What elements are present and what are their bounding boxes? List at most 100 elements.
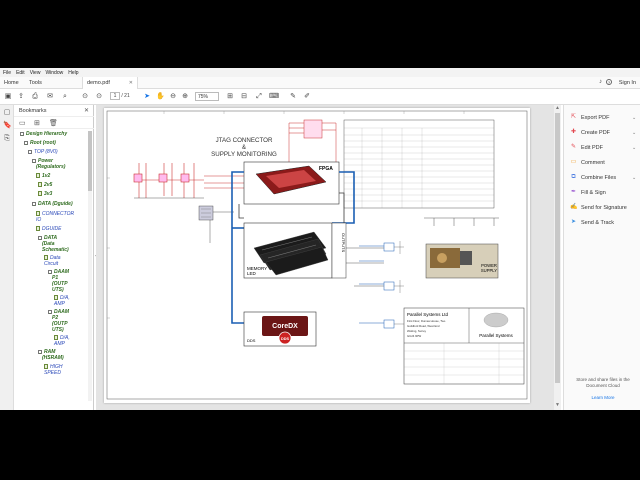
tab-document[interactable]: demo.pdf ✕ (82, 77, 138, 89)
collapse-toggle-icon[interactable]: - (32, 158, 36, 163)
search-icon[interactable]: ⌕ (61, 93, 69, 101)
bookmark-page-icon (38, 182, 42, 188)
select-cursor-icon[interactable]: ➤ (143, 93, 151, 101)
document-cloud-promo: Store and share files in the Document Cl… (568, 377, 638, 401)
tool-comment[interactable]: ▭ Comment (570, 159, 605, 169)
menu-edit[interactable]: Edit (16, 70, 25, 76)
pen-tool-icon[interactable]: ✐ (303, 93, 311, 101)
tool-send-track[interactable]: ➤ Send & Track (570, 219, 614, 229)
bookmark-item[interactable]: UTS) (52, 287, 64, 293)
collapse-toggle-icon[interactable]: - (48, 309, 52, 314)
bookmarks-scroll-thumb[interactable] (88, 131, 92, 191)
menu-window[interactable]: Window (45, 70, 63, 76)
bookmark-options-icon[interactable]: ▭ (19, 119, 26, 127)
email-icon[interactable]: ✉ (46, 93, 54, 101)
bookmark-item[interactable]: CONNECTOR (36, 211, 74, 217)
bookmark-item[interactable]: (HSRAM) (42, 355, 64, 361)
close-tab-icon[interactable]: ✕ (129, 80, 133, 86)
bookmark-item[interactable]: 1v2 (36, 173, 50, 179)
close-panel-icon[interactable]: ✕ (84, 107, 89, 114)
learn-more-link[interactable]: Learn More (568, 395, 638, 401)
collapse-toggle-icon[interactable]: - (20, 131, 24, 136)
bookmark-item[interactable]: - Design Hierarchy (20, 131, 67, 137)
document-scrollbar[interactable]: ▲ ▼ (554, 105, 561, 410)
zoom-select[interactable]: 75% (195, 92, 219, 101)
menu-help[interactable]: Help (68, 70, 78, 76)
fill-sign-icon: ✒ (570, 189, 577, 195)
tools-pane: ⇱ Export PDF ⌄ ✚ Create PDF ⌄ ✎ Edit PDF ⌄ ▭ Comme… (563, 105, 640, 410)
bookmark-label: AMP (54, 341, 65, 347)
delete-bookmark-icon[interactable]: 🗑 (49, 119, 58, 127)
bookmark-item[interactable]: - DATA (Dguide) (32, 201, 73, 207)
chevron-down-icon[interactable]: ⌄ (632, 175, 636, 181)
bookmark-item[interactable]: (Regulators) (36, 164, 65, 170)
scroll-mode-icon[interactable]: ⊟ (240, 93, 248, 101)
bookmark-item[interactable]: Circuit (44, 261, 58, 267)
fit-page-icon[interactable]: ⊞ (226, 93, 234, 101)
tool-fill-sign[interactable]: ✒ Fill & Sign (570, 189, 606, 199)
tool-label: Create PDF (581, 129, 611, 136)
upload-icon[interactable]: ⇪ (17, 93, 25, 101)
zoom-out-icon[interactable]: ⊖ (169, 93, 177, 101)
scroll-down-icon[interactable]: ▼ (555, 402, 560, 408)
scroll-up-icon[interactable]: ▲ (555, 105, 560, 111)
fit-width-icon[interactable]: ⤢ (255, 93, 263, 101)
bookmark-item[interactable]: - Root (root) (24, 140, 56, 146)
tool-create-pdf[interactable]: ✚ Create PDF ⌄ (570, 129, 636, 139)
prev-page-icon[interactable]: ⊙ (81, 93, 89, 101)
collapse-toggle-icon[interactable]: - (48, 269, 52, 274)
zoom-in-icon[interactable]: ⊕ (181, 93, 189, 101)
pages-thumbnail-icon[interactable]: ▢ (3, 109, 11, 117)
tab-tools[interactable]: Tools (29, 80, 42, 86)
comment-tool-icon[interactable]: ✎ (289, 93, 297, 101)
bookmark-item[interactable]: AMP (54, 301, 65, 307)
tool-edit-pdf[interactable]: ✎ Edit PDF ⌄ (570, 144, 636, 154)
page-number-input[interactable]: 1 (110, 92, 120, 100)
next-page-icon[interactable]: ⊙ (95, 93, 103, 101)
bookmark-item[interactable]: UTS) (52, 327, 64, 333)
bookmark-icon[interactable]: 🔖 (3, 122, 12, 130)
tool-label: Send for Signature (581, 204, 627, 211)
bookmarks-scrollbar[interactable] (88, 131, 92, 401)
keyboard-icon[interactable]: ⌨ (269, 93, 279, 101)
menu-file[interactable]: File (3, 70, 11, 76)
bookmark-item[interactable]: IO (36, 217, 41, 223)
print-icon[interactable]: ⎙ (31, 93, 39, 101)
tab-home[interactable]: Home (4, 80, 19, 86)
chevron-down-icon[interactable]: ⌄ (632, 130, 636, 136)
collapse-toggle-icon[interactable]: - (38, 349, 42, 354)
bookmarks-header: Bookmarks ✕ (14, 105, 94, 117)
bookmark-item[interactable]: SPEED (44, 370, 61, 376)
collapse-toggle-icon[interactable]: - (28, 149, 32, 154)
attachment-icon[interactable]: ⎘ (3, 135, 11, 143)
bookmark-label: 3v3 (44, 191, 53, 197)
save-icon[interactable]: ▣ (4, 93, 12, 101)
bookmarks-toolbar: ▭ ⊞ 🗑 (14, 117, 94, 129)
menu-view[interactable]: View (30, 70, 41, 76)
bookmark-item[interactable]: DGUIDE (36, 226, 61, 232)
tool-send-for-signature[interactable]: ✍ Send for Signature (570, 204, 627, 214)
bookmark-label: CONNECTOR (42, 211, 75, 217)
collapse-toggle-icon[interactable]: - (24, 140, 28, 145)
company-logo (483, 312, 509, 328)
chevron-down-icon[interactable]: ⌄ (632, 145, 636, 151)
collapse-toggle-icon[interactable]: - (32, 201, 36, 206)
bell-icon[interactable]: ♪ (599, 79, 602, 85)
help-icon[interactable]: ? (606, 79, 612, 85)
document-scroll-thumb[interactable] (555, 113, 560, 383)
sign-in-link[interactable]: Sign In (619, 80, 636, 86)
bookmark-item[interactable]: AMP (54, 341, 65, 347)
tool-combine-files[interactable]: ⧉ Combine Files ⌄ (570, 174, 636, 184)
bookmarks-panel: Bookmarks ✕ ▭ ⊞ 🗑 - Design Hierarchy - Root… (14, 105, 94, 410)
bookmark-item[interactable]: - TOP (8V0) (28, 149, 58, 155)
collapse-toggle-icon[interactable]: - (38, 235, 42, 240)
bookmark-item[interactable]: 2v5 (38, 182, 52, 188)
new-bookmark-icon[interactable]: ⊞ (34, 119, 40, 127)
bookmark-item[interactable]: 3v3 (38, 191, 52, 197)
document-viewport[interactable]: JTAG CONNECTOR & SUPPLY MONITORING FPGA … (96, 105, 554, 410)
hand-tool-icon[interactable]: ✋ (156, 93, 165, 101)
tool-export-pdf[interactable]: ⇱ Export PDF ⌄ (570, 114, 636, 124)
pdf-page: JTAG CONNECTOR & SUPPLY MONITORING FPGA … (104, 108, 530, 403)
bookmark-item[interactable]: Schematic) (42, 247, 69, 253)
chevron-down-icon[interactable]: ⌄ (632, 115, 636, 121)
